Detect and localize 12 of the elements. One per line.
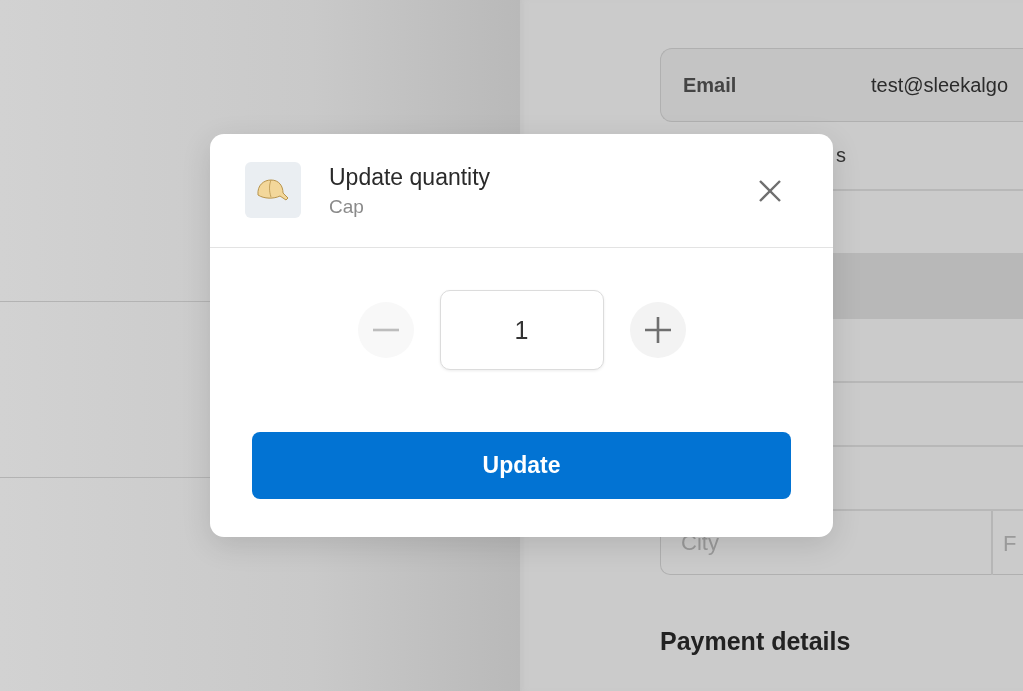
plus-icon [644, 317, 671, 343]
dialog-title: Update quantity [329, 163, 492, 191]
section-heading: Payment details [660, 627, 852, 656]
close-icon [758, 178, 782, 203]
field-label: Email [683, 73, 738, 97]
field-value: test@sleekalgo [871, 73, 1009, 97]
quantity-field[interactable]: 1 [439, 290, 604, 370]
email-field[interactable]: Email test@sleekalgo [660, 48, 1023, 122]
product-name: Cap [329, 195, 365, 218]
field-label: s [836, 144, 846, 167]
minus-icon [372, 328, 399, 332]
update-button[interactable]: Update [252, 432, 791, 499]
